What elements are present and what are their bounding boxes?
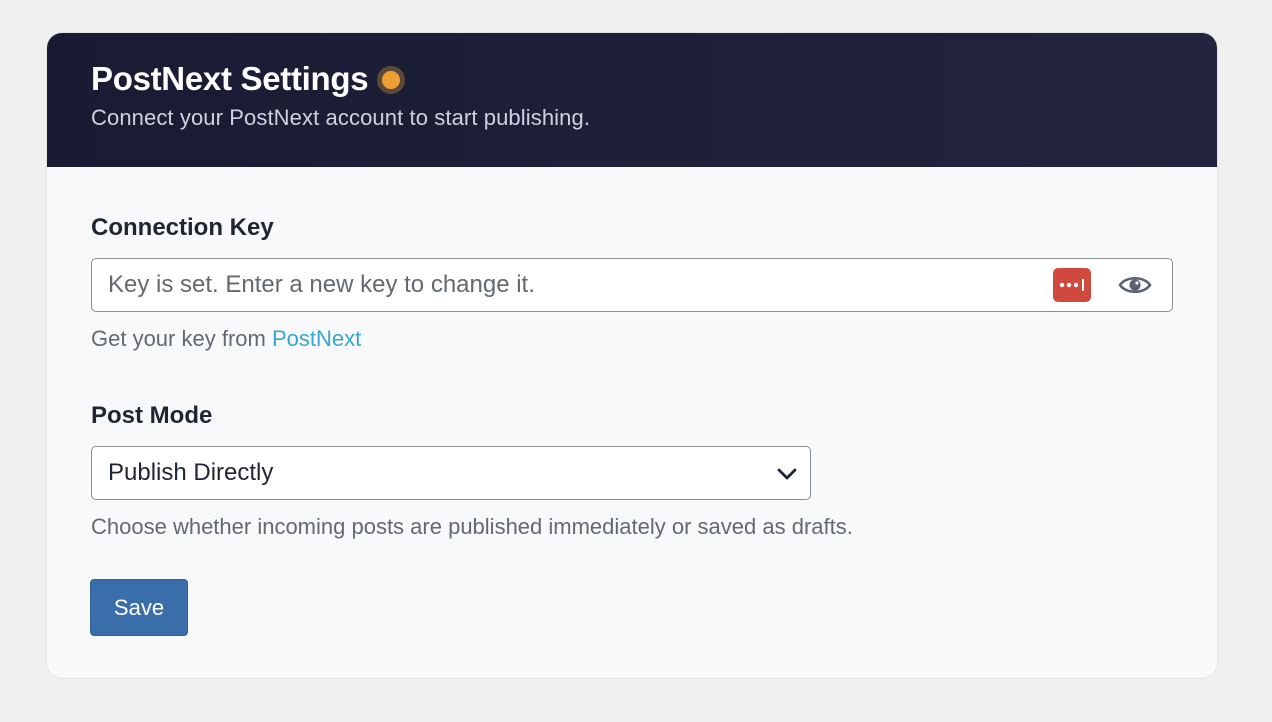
post-mode-label: Post Mode: [91, 402, 213, 429]
post-mode-selected: Publish Directly: [108, 459, 274, 486]
page-title: PostNext Settings: [91, 60, 369, 97]
post-mode-helper: Choose whether incoming posts are publis…: [91, 514, 853, 539]
password-dots-icon[interactable]: [1053, 268, 1091, 302]
settings-header: PostNext Settings Connect your PostNext …: [47, 33, 1217, 167]
connection-key-input[interactable]: [92, 259, 1032, 311]
connection-key-helper: Get your key from PostNext: [91, 326, 361, 352]
status-dot-icon: [377, 66, 406, 94]
chevron-down-icon: [777, 468, 797, 480]
page-subtitle: Connect your PostNext account to start p…: [91, 105, 591, 130]
postnext-link[interactable]: PostNext: [272, 326, 361, 351]
connection-key-label: Connection Key: [91, 214, 274, 241]
connection-key-field: [91, 258, 1173, 312]
post-mode-select[interactable]: Publish Directly: [91, 446, 811, 500]
helper-text: Get your key from: [91, 326, 272, 351]
title-row: PostNext Settings: [91, 59, 1217, 99]
eye-icon[interactable]: [1118, 271, 1152, 299]
save-button[interactable]: Save: [90, 579, 188, 636]
settings-card: PostNext Settings Connect your PostNext …: [46, 32, 1218, 679]
